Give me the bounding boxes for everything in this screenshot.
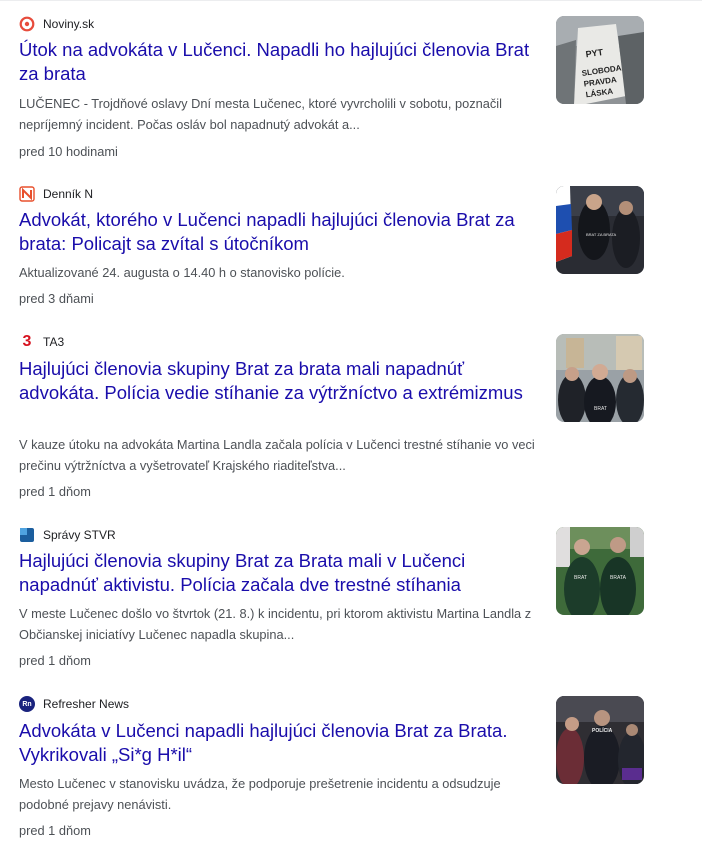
news-result[interactable]: 3 TA3 Hajlujúci členovia skupiny Brat za… bbox=[0, 334, 702, 502]
source-row[interactable]: Rn Refresher News bbox=[19, 696, 129, 712]
snippet: Aktualizované 24. augusta o 14.40 h o st… bbox=[19, 265, 345, 280]
thumb-text: BRATA bbox=[610, 575, 627, 581]
snippet: LUČENEC - Trojdňové oslavy Dní mesta Luč… bbox=[19, 96, 502, 132]
source-row[interactable]: Správy STVR bbox=[19, 527, 116, 543]
source-name: Noviny.sk bbox=[43, 17, 95, 31]
noviny-sk-icon bbox=[19, 16, 35, 32]
street-group-thumbnail[interactable]: BRAT bbox=[556, 334, 644, 422]
news-result[interactable]: Denník N Advokát, ktorého v Lučenci napa… bbox=[0, 186, 702, 308]
source-row[interactable]: 3 TA3 bbox=[19, 334, 65, 350]
thumb-text: BRAT ZA BRATA bbox=[586, 232, 616, 237]
headline-link[interactable]: Hajlujúci členovia skupiny Brat za brata… bbox=[19, 357, 539, 405]
headline-link[interactable]: Hajlujúci členovia skupiny Brat za Brata… bbox=[19, 549, 539, 597]
dennik-n-icon bbox=[19, 186, 35, 202]
source-name: Refresher News bbox=[43, 697, 130, 711]
snippet: V kauze útoku na advokáta Martina Landla… bbox=[19, 437, 535, 473]
police-officers-thumbnail[interactable]: POLÍCIA bbox=[556, 696, 644, 784]
thumb-text: BRAT bbox=[574, 575, 587, 581]
snippet: Mesto Lučenec v stanovisku uvádza, že po… bbox=[19, 776, 501, 812]
timestamp: pred 10 hodinami bbox=[19, 144, 118, 159]
spravy-stvr-icon bbox=[19, 527, 35, 543]
source-name: Denník N bbox=[43, 187, 94, 201]
ta3-icon: 3 bbox=[19, 334, 35, 350]
group-with-flag-thumbnail[interactable]: BRAT ZA BRATA bbox=[556, 186, 644, 274]
protest-sign-thumbnail[interactable]: PYT SLOBODA PRAVDA LÁSKA bbox=[556, 16, 644, 104]
headline-link[interactable]: Advokát, ktorého v Lučenci napadli hajlu… bbox=[19, 208, 539, 256]
ta3-glyph: 3 bbox=[22, 333, 32, 350]
top-divider bbox=[0, 0, 702, 1]
source-name: TA3 bbox=[43, 335, 65, 349]
refresher-news-icon: Rn bbox=[19, 696, 35, 712]
news-result[interactable]: Rn Refresher News Advokáta v Lučenci nap… bbox=[0, 696, 702, 844]
news-result[interactable]: Noviny.sk Útok na advokáta v Lučenci. Na… bbox=[0, 16, 702, 162]
timestamp: pred 3 dňami bbox=[19, 291, 94, 306]
thumb-text: POLÍCIA bbox=[592, 726, 613, 734]
refresher-glyph: Rn bbox=[19, 696, 35, 712]
source-row[interactable]: Denník N bbox=[19, 186, 93, 202]
thumb-text: BRAT bbox=[594, 406, 607, 412]
timestamp: pred 1 dňom bbox=[19, 823, 91, 838]
headline-link[interactable]: Advokáta v Lučenci napadli hajlujúci čle… bbox=[19, 719, 539, 767]
two-men-backs-thumbnail[interactable]: BRAT BRATA bbox=[556, 527, 644, 615]
headline-link[interactable]: Útok na advokáta v Lučenci. Napadli ho h… bbox=[19, 38, 539, 86]
timestamp: pred 1 dňom bbox=[19, 653, 91, 668]
source-row[interactable]: Noviny.sk bbox=[19, 16, 94, 32]
snippet: V meste Lučenec došlo vo štvrtok (21. 8.… bbox=[19, 606, 532, 642]
source-name: Správy STVR bbox=[43, 528, 116, 542]
news-result[interactable]: Správy STVR Hajlujúci členovia skupiny B… bbox=[0, 527, 702, 671]
timestamp: pred 1 dňom bbox=[19, 484, 91, 499]
